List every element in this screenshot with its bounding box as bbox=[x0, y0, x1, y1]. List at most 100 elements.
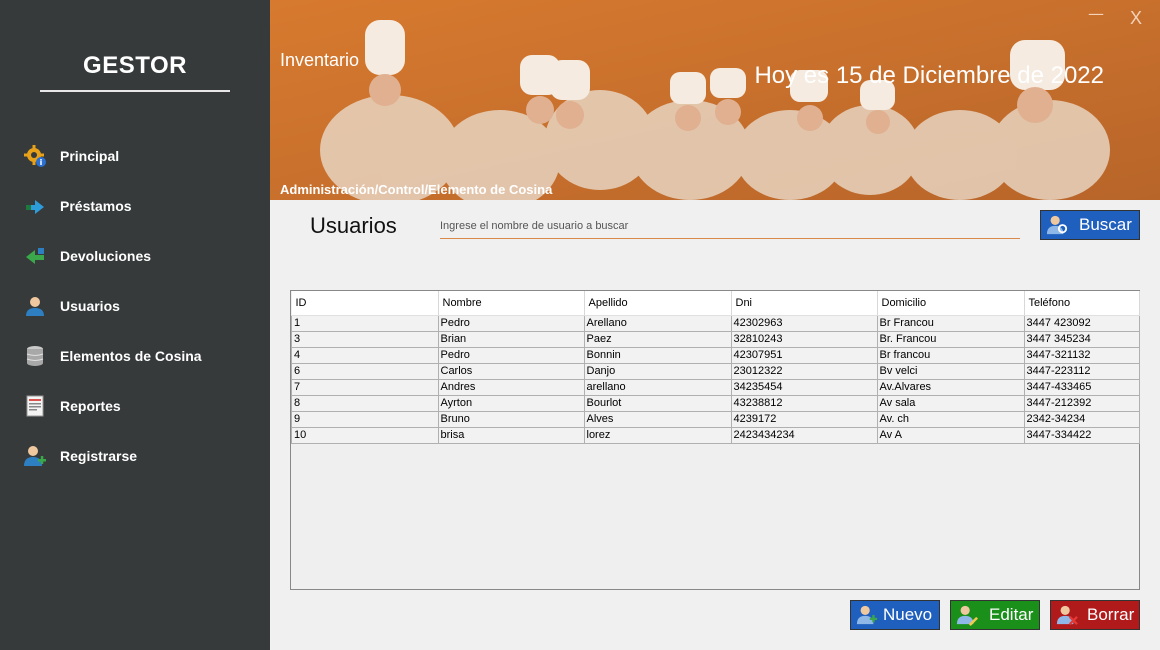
table-cell[interactable]: 3447 345234 bbox=[1023, 331, 1140, 348]
table-cell[interactable]: 43238812 bbox=[730, 395, 878, 412]
table-cell[interactable]: 42302963 bbox=[730, 315, 878, 332]
buscar-label: Buscar bbox=[1079, 215, 1132, 234]
edit-user-icon bbox=[955, 603, 979, 627]
table-cell[interactable]: Arellano bbox=[583, 315, 732, 332]
table-cell[interactable]: 1 bbox=[291, 315, 439, 332]
chefs-image bbox=[270, 0, 1160, 200]
table-cell[interactable]: brisa bbox=[437, 427, 585, 444]
table-row[interactable]: 9 Bruno Alves 4239172 Av. ch 2342-34234 bbox=[291, 411, 1140, 428]
table-cell[interactable]: 3447-334422 bbox=[1023, 427, 1140, 444]
table-cell[interactable]: 42307951 bbox=[730, 347, 878, 364]
table-cell[interactable]: 3447-212392 bbox=[1023, 395, 1140, 412]
sidebar-item-label: Devoluciones bbox=[60, 248, 152, 264]
table-cell[interactable]: 3 bbox=[291, 331, 439, 348]
table-cell[interactable]: 10 bbox=[291, 427, 439, 444]
page-title: Usuarios bbox=[310, 213, 397, 238]
table-cell[interactable]: arellano bbox=[583, 379, 732, 396]
column-header[interactable]: Nombre bbox=[438, 291, 585, 316]
sidebar-item-label: Usuarios bbox=[60, 298, 120, 314]
table-row[interactable]: 10 brisa lorez 2423434234 Av A 3447-334422 bbox=[291, 427, 1140, 444]
editar-button[interactable]: Editar bbox=[950, 600, 1040, 630]
table-row[interactable]: 6 Carlos Danjo 23012322 Bv velci 3447-223112 bbox=[291, 363, 1140, 380]
table-row[interactable]: 7 Andres arellano 34235454 Av.Alvares 3447-43… bbox=[291, 379, 1140, 396]
nuevo-button[interactable]: Nuevo bbox=[850, 600, 940, 630]
table-cell[interactable]: 7 bbox=[291, 379, 439, 396]
table-cell[interactable]: 2342-34234 bbox=[1023, 411, 1140, 428]
sidebar-item-devoluciones[interactable]: Devoluciones bbox=[22, 241, 262, 271]
sidebar-item-prestamos[interactable]: Préstamos bbox=[22, 191, 262, 221]
table-cell[interactable]: Paez bbox=[583, 331, 732, 348]
table-cell[interactable]: Av A bbox=[876, 427, 1025, 444]
sidebar-item-label: Elementos de Cosina bbox=[60, 348, 202, 364]
column-header[interactable]: Teléfono bbox=[1024, 291, 1140, 316]
gear-icon: i bbox=[22, 143, 48, 169]
table-cell[interactable]: Andres bbox=[437, 379, 585, 396]
nuevo-label: Nuevo bbox=[883, 605, 933, 624]
sidebar-item-label: Préstamos bbox=[60, 198, 132, 214]
buscar-button[interactable]: Buscar bbox=[1040, 210, 1140, 240]
user-icon bbox=[22, 293, 48, 319]
table-row[interactable]: 4 Pedro Bonnin 42307951 Br francou 3447-32113… bbox=[291, 347, 1140, 364]
table-cell[interactable]: 8 bbox=[291, 395, 439, 412]
table-cell[interactable]: 3447-321132 bbox=[1023, 347, 1140, 364]
column-header[interactable]: Domicilio bbox=[877, 291, 1025, 316]
sidebar-item-elementos[interactable]: Elementos de Cosina bbox=[22, 341, 262, 371]
table-cell[interactable]: Alves bbox=[583, 411, 732, 428]
table-cell[interactable]: 4 bbox=[291, 347, 439, 364]
table-cell[interactable]: Pedro bbox=[437, 347, 585, 364]
table-cell[interactable]: 3447-433465 bbox=[1023, 379, 1140, 396]
table-cell[interactable]: Av. ch bbox=[876, 411, 1025, 428]
table-cell[interactable]: 3447 423092 bbox=[1023, 315, 1140, 332]
table-cell[interactable]: Br. Francou bbox=[876, 331, 1025, 348]
app-title: Inventario bbox=[280, 50, 360, 70]
table-cell[interactable]: Brian bbox=[437, 331, 585, 348]
borrar-label: Borrar bbox=[1087, 605, 1135, 624]
brand-divider bbox=[40, 90, 230, 92]
table-cell[interactable]: Br francou bbox=[876, 347, 1025, 364]
users-table: ID Nombre Apellido Dni Domicilio Teléfon… bbox=[290, 290, 1140, 590]
sidebar-item-reportes[interactable]: Reportes bbox=[22, 391, 262, 421]
table-cell[interactable]: lorez bbox=[583, 427, 732, 444]
table-row[interactable]: 3 Brian Paez 32810243 Br. Francou 3447 345234 bbox=[291, 331, 1140, 348]
search-input[interactable] bbox=[440, 214, 1020, 239]
table-cell[interactable]: Bourlot bbox=[583, 395, 732, 412]
brand-title: GESTOR bbox=[83, 52, 187, 79]
add-user-icon bbox=[855, 603, 879, 627]
sidebar-item-usuarios[interactable]: Usuarios bbox=[22, 291, 262, 321]
table-cell[interactable]: 2423434234 bbox=[730, 427, 878, 444]
header-banner: Inventario Hoy es 15 de Diciembre de 202… bbox=[270, 0, 1160, 200]
table-cell[interactable]: Av sala bbox=[876, 395, 1025, 412]
breadcrumb: Administración/Control/Elemento de Cosin… bbox=[280, 182, 553, 197]
close-button[interactable]: X bbox=[1130, 8, 1142, 29]
table-cell[interactable]: Ayrton bbox=[437, 395, 585, 412]
table-cell[interactable]: 4239172 bbox=[730, 411, 878, 428]
table-row[interactable]: 8 Ayrton Bourlot 43238812 Av sala 3447-212392 bbox=[291, 395, 1140, 412]
table-cell[interactable]: Danjo bbox=[583, 363, 732, 380]
borrar-button[interactable]: Borrar bbox=[1050, 600, 1140, 630]
column-header[interactable]: ID bbox=[291, 291, 439, 316]
table-cell[interactable]: Bruno bbox=[437, 411, 585, 428]
table-cell[interactable]: 34235454 bbox=[730, 379, 878, 396]
sidebar-item-principal[interactable]: i Principal bbox=[22, 141, 262, 171]
table-cell[interactable]: Bv velci bbox=[876, 363, 1025, 380]
table-cell[interactable]: Carlos bbox=[437, 363, 585, 380]
table-cell[interactable]: 6 bbox=[291, 363, 439, 380]
table-cell[interactable]: Bonnin bbox=[583, 347, 732, 364]
table-cell[interactable]: Pedro bbox=[437, 315, 585, 332]
user-search-icon bbox=[1045, 213, 1069, 237]
database-icon bbox=[22, 343, 48, 369]
table-cell[interactable]: Av.Alvares bbox=[876, 379, 1025, 396]
report-icon bbox=[22, 393, 48, 419]
delete-user-icon bbox=[1055, 603, 1079, 627]
minimize-button[interactable]: — bbox=[1088, 4, 1104, 23]
table-cell[interactable]: Br Francou bbox=[876, 315, 1025, 332]
table-cell[interactable]: 9 bbox=[291, 411, 439, 428]
sidebar-item-label: Reportes bbox=[60, 398, 121, 414]
sidebar-item-registrarse[interactable]: Registrarse bbox=[22, 441, 262, 471]
table-cell[interactable]: 32810243 bbox=[730, 331, 878, 348]
table-cell[interactable]: 3447-223112 bbox=[1023, 363, 1140, 380]
column-header[interactable]: Dni bbox=[731, 291, 878, 316]
table-row[interactable]: 1 Pedro Arellano 42302963 Br Francou 3447 423… bbox=[291, 315, 1140, 332]
table-cell[interactable]: 23012322 bbox=[730, 363, 878, 380]
column-header[interactable]: Apellido bbox=[584, 291, 732, 316]
